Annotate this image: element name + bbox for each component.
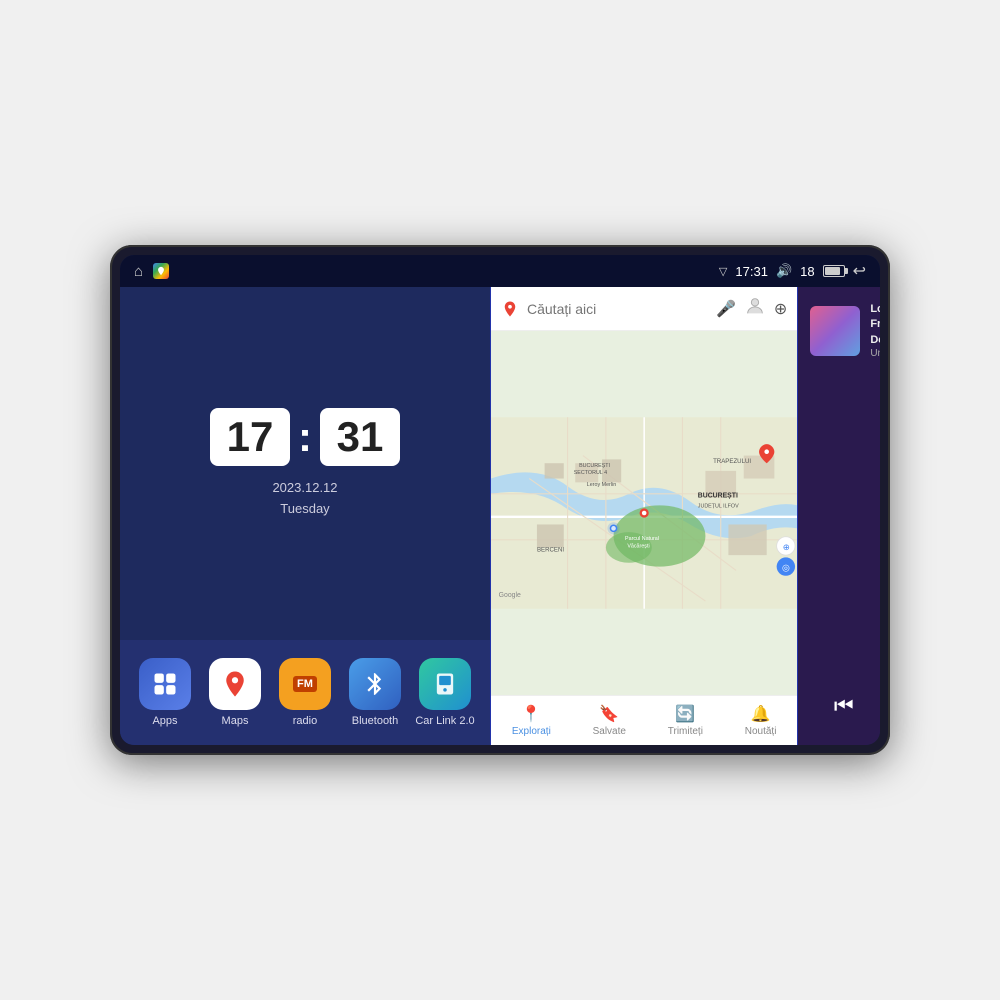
map-search-bar: 🎤 ⊕ bbox=[491, 287, 797, 331]
maps-icon bbox=[209, 658, 261, 710]
status-time: 17:31 bbox=[735, 264, 768, 279]
map-nav-saved[interactable]: 🔖 Salvate bbox=[593, 704, 626, 737]
news-icon: 🔔 bbox=[751, 704, 771, 724]
news-label: Noutăți bbox=[745, 726, 777, 737]
date-date: 2023.12.12 bbox=[272, 478, 337, 499]
music-text: Lost Frequencies_Janieck Devy-... Unknow… bbox=[870, 302, 880, 359]
svg-text:BERCENI: BERCENI bbox=[537, 546, 564, 553]
bluetooth-icon bbox=[349, 658, 401, 710]
share-icon: 🔄 bbox=[675, 704, 695, 724]
app-icon-radio[interactable]: FM radio bbox=[275, 658, 335, 727]
left-panel: 17 : 31 2023.12.12 Tuesday bbox=[120, 287, 490, 745]
svg-text:⊕: ⊕ bbox=[783, 542, 790, 552]
saved-label: Salvate bbox=[593, 726, 626, 737]
main-content: 17 : 31 2023.12.12 Tuesday bbox=[120, 287, 880, 745]
album-art-image bbox=[810, 306, 860, 356]
clock-minutes: 31 bbox=[320, 408, 400, 466]
right-panel: Lost Frequencies_Janieck Devy-... Unknow… bbox=[797, 287, 880, 745]
status-right: ▽ 17:31 🔊 18 ↩ bbox=[719, 261, 866, 281]
svg-text:BUCUREȘTI: BUCUREȘTI bbox=[579, 463, 610, 469]
svg-text:TRAPEZULUI: TRAPEZULUI bbox=[713, 458, 751, 465]
svg-text:BUCUREȘTI: BUCUREȘTI bbox=[698, 493, 738, 500]
status-bar: ⌂ ▽ 17:31 🔊 18 ↩ bbox=[120, 255, 880, 287]
svg-text:Văcărești: Văcărești bbox=[627, 543, 649, 549]
map-search-input[interactable] bbox=[527, 301, 708, 317]
account-icon[interactable] bbox=[744, 295, 766, 322]
album-art bbox=[810, 306, 860, 356]
volume-icon: 🔊 bbox=[776, 263, 792, 279]
saved-icon: 🔖 bbox=[599, 704, 619, 724]
maps-label: Maps bbox=[222, 715, 249, 727]
svg-text:Parcul Natural: Parcul Natural bbox=[625, 536, 659, 542]
map-body[interactable]: TRAPEZULUI BUCUREȘTI JUDEȚUL ILFOV BERCE… bbox=[491, 331, 797, 695]
map-nav-news[interactable]: 🔔 Noutăți bbox=[745, 704, 777, 737]
map-nav-share[interactable]: 🔄 Trimiteți bbox=[668, 704, 703, 737]
bluetooth-label: Bluetooth bbox=[352, 715, 398, 727]
app-icon-carlink[interactable]: Car Link 2.0 bbox=[415, 658, 475, 727]
clock-display: 17 : 31 bbox=[210, 408, 400, 466]
app-icon-apps[interactable]: Apps bbox=[135, 658, 195, 727]
svg-text:Google: Google bbox=[499, 592, 521, 599]
date-info: 2023.12.12 Tuesday bbox=[272, 478, 337, 520]
share-label: Trimiteți bbox=[668, 726, 703, 737]
map-bottom-nav: 📍 Explorați 🔖 Salvate 🔄 Trimiteți 🔔 Nout… bbox=[491, 695, 797, 745]
carlink-icon bbox=[419, 658, 471, 710]
svg-text:JUDEȚUL ILFOV: JUDEȚUL ILFOV bbox=[698, 504, 739, 510]
status-left: ⌂ bbox=[134, 263, 169, 280]
map-nav-explore[interactable]: 📍 Explorați bbox=[512, 704, 551, 737]
prev-button[interactable]: ⏮ bbox=[826, 685, 862, 727]
svg-text:SECTORUL 4: SECTORUL 4 bbox=[574, 470, 607, 476]
music-info-row: Lost Frequencies_Janieck Devy-... Unknow… bbox=[810, 302, 880, 359]
clock-widget: 17 : 31 2023.12.12 Tuesday bbox=[120, 287, 490, 640]
apps-icon bbox=[139, 658, 191, 710]
radio-icon: FM bbox=[279, 658, 331, 710]
back-icon[interactable]: ↩ bbox=[853, 261, 866, 281]
home-icon[interactable]: ⌂ bbox=[134, 263, 143, 280]
mic-icon[interactable]: 🎤 bbox=[716, 299, 736, 319]
layers-icon[interactable]: ⊕ bbox=[774, 299, 787, 319]
svg-text:◎: ◎ bbox=[782, 562, 790, 572]
apps-row: Apps Maps FM bbox=[120, 640, 490, 745]
carlink-label: Car Link 2.0 bbox=[415, 715, 474, 727]
signal-icon: ▽ bbox=[719, 265, 727, 278]
car-head-unit: ⌂ ▽ 17:31 🔊 18 ↩ bbox=[110, 245, 890, 755]
music-artist: Unknown bbox=[870, 348, 880, 359]
battery-icon bbox=[823, 262, 845, 280]
music-controls: ⏮ ⏸ ⏭ bbox=[810, 681, 880, 730]
screen: ⌂ ▽ 17:31 🔊 18 ↩ bbox=[120, 255, 880, 745]
explore-icon: 📍 bbox=[521, 704, 541, 724]
maps-pin-icon bbox=[153, 263, 169, 279]
map-panel: 🎤 ⊕ bbox=[490, 287, 797, 745]
maps-app-icon[interactable] bbox=[153, 263, 169, 279]
map-search-icons: 🎤 ⊕ bbox=[716, 295, 787, 322]
clock-colon: : bbox=[298, 413, 312, 461]
radio-label: radio bbox=[293, 715, 317, 727]
explore-label: Explorați bbox=[512, 726, 551, 737]
date-day: Tuesday bbox=[272, 499, 337, 520]
clock-hours: 17 bbox=[210, 408, 290, 466]
map-svg: TRAPEZULUI BUCUREȘTI JUDEȚUL ILFOV BERCE… bbox=[491, 331, 797, 695]
apps-label: Apps bbox=[152, 715, 177, 727]
battery-level: 18 bbox=[800, 264, 814, 279]
app-icon-maps[interactable]: Maps bbox=[205, 658, 265, 727]
music-player: Lost Frequencies_Janieck Devy-... Unknow… bbox=[798, 287, 880, 745]
svg-text:Leroy Merlin: Leroy Merlin bbox=[587, 482, 617, 488]
topbar-icons: ⌂ bbox=[134, 263, 169, 280]
app-icon-bluetooth[interactable]: Bluetooth bbox=[345, 658, 405, 727]
music-title: Lost Frequencies_Janieck Devy-... bbox=[870, 302, 880, 348]
google-maps-logo-icon bbox=[501, 300, 519, 318]
